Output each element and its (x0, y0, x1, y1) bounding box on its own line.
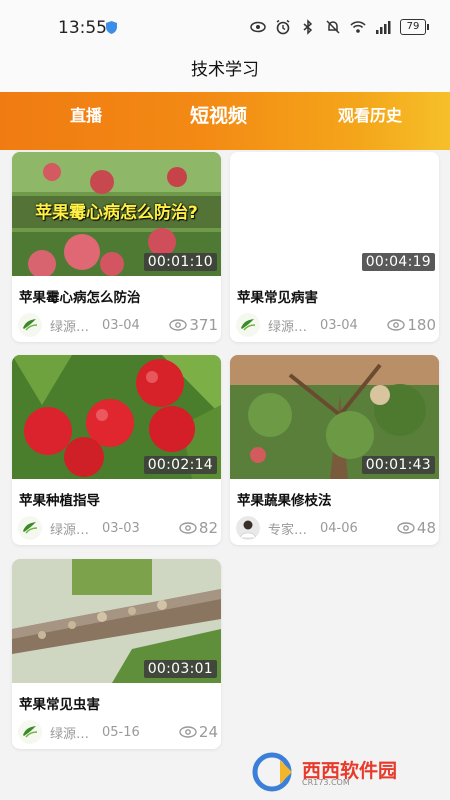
eye-icon (387, 319, 406, 331)
video-duration: 00:01:10 (143, 253, 217, 271)
tab-watch-history[interactable]: 观看历史 (338, 92, 402, 150)
video-date: 05-16 (102, 724, 140, 740)
bluetooth-icon (303, 19, 313, 35)
video-meta: 绿源… 03-03 82 (18, 515, 218, 541)
alarm-icon (276, 19, 290, 35)
video-thumbnail: 00:04:19 (230, 152, 439, 276)
title-bar: 技术学习 (0, 56, 450, 92)
tab-short-video[interactable]: 短视频 (190, 92, 247, 150)
video-duration: 00:04:19 (361, 253, 435, 271)
view-count: 48 (416, 519, 436, 537)
signal-icon (376, 21, 391, 34)
eye-icon (250, 21, 266, 33)
video-author: 绿源… (268, 319, 308, 335)
video-title: 苹果霉心病怎么防治 (19, 290, 141, 306)
status-time: 13:55 (58, 18, 107, 38)
watermark-logo-icon (252, 752, 292, 792)
eye-icon (179, 522, 197, 534)
shield-icon (106, 21, 117, 34)
video-meta: 绿源… 05-16 24 (18, 719, 218, 745)
video-date: 04-06 (320, 520, 358, 536)
page-title: 技术学习 (191, 60, 259, 80)
video-views: 180 (387, 316, 436, 334)
video-duration: 00:02:14 (143, 456, 217, 474)
video-views: 371 (169, 316, 218, 334)
view-count: 180 (407, 316, 436, 334)
eye-icon (397, 522, 415, 534)
expert-avatar (236, 516, 260, 540)
video-card[interactable]: 苹果霉心病怎么防治? 00:01:10 苹果霉心病怎么防治 绿源… 03-04 … (12, 152, 221, 342)
brand-logo-icon (18, 516, 42, 540)
brand-logo-icon (18, 313, 42, 337)
video-author: 绿源… (50, 522, 90, 538)
video-views: 82 (179, 519, 218, 537)
brand-logo-icon (236, 313, 260, 337)
video-meta: 绿源… 03-04 371 (18, 312, 218, 338)
view-count: 82 (198, 519, 218, 537)
watermark-sub: CR173.COM (302, 778, 350, 787)
video-date: 03-03 (102, 520, 140, 536)
mute-icon (326, 20, 340, 34)
video-meta: 专家… 04-06 48 (236, 515, 436, 541)
status-bar: 13:55 79 (0, 0, 450, 56)
site-watermark: 西西软件园 CR173.COM (252, 752, 432, 792)
video-duration: 00:01:43 (361, 456, 435, 474)
video-date: 03-04 (102, 317, 140, 333)
video-views: 48 (397, 519, 436, 537)
eye-icon (169, 319, 188, 331)
video-thumbnail: 00:03:01 (12, 559, 221, 683)
video-title: 苹果种植指导 (19, 493, 100, 509)
thumbnail-caption: 苹果霉心病怎么防治? (35, 203, 198, 223)
video-card[interactable]: 00:01:43 苹果蔬果修枝法 专家… 04-06 48 (230, 355, 439, 545)
view-count: 371 (189, 316, 218, 334)
video-thumbnail: 00:01:43 (230, 355, 439, 479)
video-title: 苹果蔬果修枝法 (237, 493, 332, 509)
status-icons: 79 (250, 17, 429, 37)
video-title: 苹果常见病害 (237, 290, 318, 306)
view-count: 24 (198, 723, 218, 741)
video-thumbnail: 00:02:14 (12, 355, 221, 479)
brand-logo-icon (18, 720, 42, 744)
video-thumbnail: 苹果霉心病怎么防治? 00:01:10 (12, 152, 221, 276)
battery-icon: 79 (400, 19, 429, 35)
wifi-icon (350, 21, 366, 33)
tab-bar: 直播 短视频 观看历史 (0, 92, 450, 150)
video-card[interactable]: 00:02:14 苹果种植指导 绿源… 03-03 82 (12, 355, 221, 545)
video-card[interactable]: 00:03:01 苹果常见虫害 绿源… 05-16 24 (12, 559, 221, 749)
video-author: 绿源… (50, 726, 90, 742)
video-title: 苹果常见虫害 (19, 697, 100, 713)
video-date: 03-04 (320, 317, 358, 333)
eye-icon (179, 726, 197, 738)
video-author: 专家… (268, 522, 308, 538)
video-card[interactable]: 00:04:19 苹果常见病害 绿源… 03-04 180 (230, 152, 439, 342)
video-duration: 00:03:01 (143, 660, 217, 678)
tab-live[interactable]: 直播 (70, 92, 102, 150)
video-author: 绿源… (50, 319, 90, 335)
video-meta: 绿源… 03-04 180 (236, 312, 436, 338)
video-views: 24 (179, 723, 218, 741)
